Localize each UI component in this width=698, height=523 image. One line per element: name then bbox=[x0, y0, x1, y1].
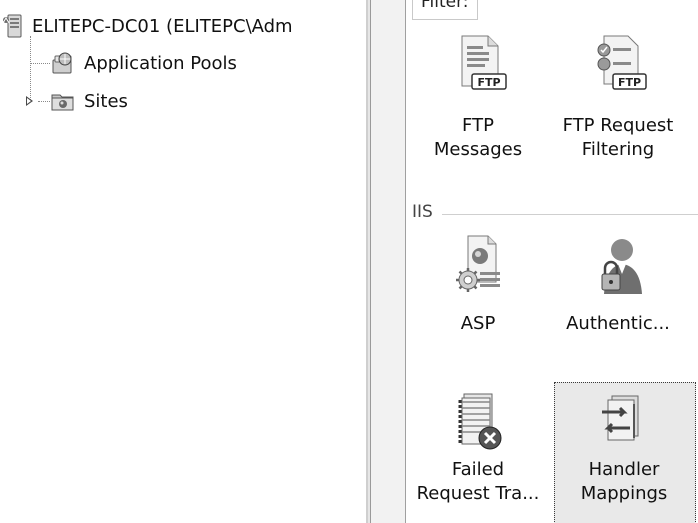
ftp-request-filtering-icon: FTP bbox=[597, 35, 647, 90]
feature-handler-mappings-line2: Mappings bbox=[580, 483, 668, 504]
features-view: Filter: FTP FTP Messages FTP FTP Request… bbox=[406, 0, 698, 523]
feature-failed-request-tracing-line1: Failed bbox=[451, 459, 505, 480]
feature-ftp-request-filtering-line2: Filtering bbox=[581, 139, 655, 160]
group-header-iis: IIS bbox=[412, 202, 433, 222]
feature-handler-mappings[interactable]: Handler Mappings bbox=[554, 382, 696, 523]
feature-ftp-request-filtering-line1: FTP Request bbox=[562, 115, 674, 136]
feature-asp[interactable]: ASP bbox=[408, 228, 548, 348]
filter-label: Filter: bbox=[412, 0, 478, 20]
application-pools-icon bbox=[52, 52, 72, 74]
tree-node-sites-label: Sites bbox=[84, 90, 128, 112]
feature-ftp-messages-line2: Messages bbox=[433, 139, 523, 160]
tree-connector-sites bbox=[38, 101, 50, 102]
feature-ftp-messages-line1: FTP bbox=[462, 115, 494, 136]
sites-folder-icon bbox=[51, 94, 74, 111]
feature-authentication-label: Authentic... bbox=[566, 313, 670, 334]
group-header-iis-rule bbox=[442, 214, 698, 215]
svg-text:FTP: FTP bbox=[618, 76, 641, 89]
tree-connector-vertical bbox=[30, 36, 31, 102]
handler-mappings-icon bbox=[602, 395, 639, 441]
tree-node-sites[interactable]: Sites bbox=[50, 87, 128, 115]
sites-expander-arrow[interactable] bbox=[26, 96, 33, 106]
tree-node-server[interactable]: ELITEPC-DC01 (ELITEPC\Adm bbox=[2, 12, 293, 40]
feature-failed-request-tracing[interactable]: Failed Request Tra... bbox=[408, 384, 548, 523]
feature-ftp-messages[interactable]: FTP FTP Messages bbox=[408, 30, 548, 180]
feature-authentication[interactable]: Authentic... bbox=[548, 228, 688, 348]
svg-text:FTP: FTP bbox=[477, 76, 500, 89]
connections-tree: ELITEPC-DC01 (ELITEPC\Adm Application Po… bbox=[0, 0, 366, 523]
feature-failed-request-tracing-line2: Request Tra... bbox=[416, 483, 540, 504]
ftp-messages-icon: FTP bbox=[461, 35, 507, 90]
tree-node-application-pools-label: Application Pools bbox=[84, 52, 237, 74]
server-icon bbox=[2, 14, 22, 38]
group-header-iis-label: IIS bbox=[412, 202, 433, 222]
asp-icon bbox=[456, 235, 500, 292]
authentication-icon bbox=[601, 239, 642, 294]
failed-request-tracing-icon bbox=[458, 393, 502, 450]
tree-node-server-label: ELITEPC-DC01 (ELITEPC\Adm bbox=[32, 15, 293, 37]
pane-gap bbox=[371, 0, 405, 523]
tree-connector-app-pools bbox=[30, 63, 50, 64]
feature-handler-mappings-line1: Handler bbox=[588, 459, 660, 480]
tree-node-application-pools[interactable]: Application Pools bbox=[50, 49, 237, 77]
feature-asp-label: ASP bbox=[460, 313, 496, 334]
feature-ftp-request-filtering[interactable]: FTP FTP Request Filtering bbox=[548, 30, 688, 180]
